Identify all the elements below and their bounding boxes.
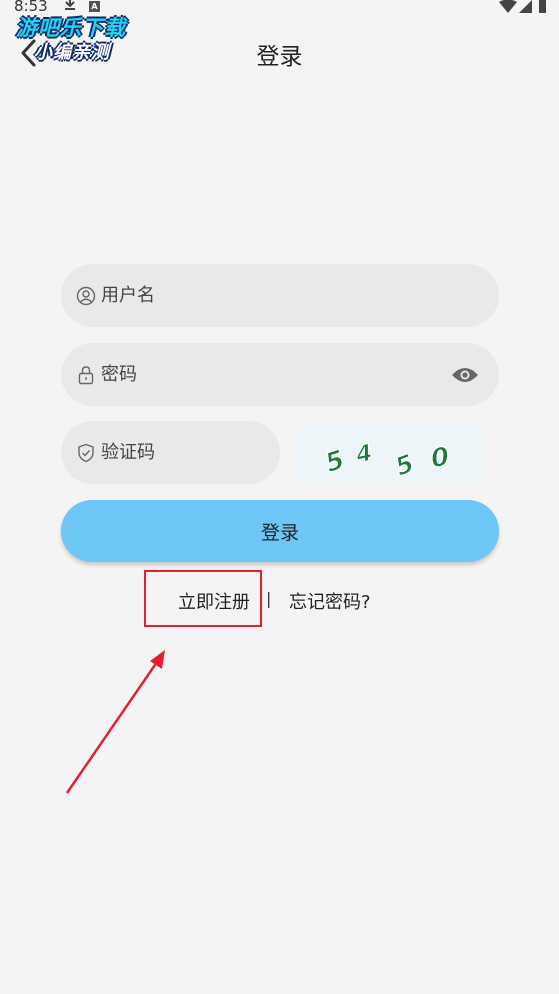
captcha-digit: 5: [391, 448, 417, 481]
annotation-highlight-box: [144, 570, 262, 627]
signal-icon: [519, 0, 532, 13]
captcha-image[interactable]: 5 4 5 0: [296, 421, 484, 484]
wifi-icon: [499, 0, 517, 13]
download-icon: [65, 0, 75, 10]
page-title: 登录: [256, 44, 303, 70]
captcha-digit: 4: [353, 440, 375, 469]
battery-icon: [539, 0, 546, 13]
forgot-password-link[interactable]: 忘记密码?: [289, 588, 371, 614]
user-icon: [76, 286, 96, 305]
captcha-digit: 5: [322, 445, 348, 479]
eye-icon[interactable]: [451, 366, 479, 384]
captcha-input[interactable]: [101, 421, 261, 484]
link-separator: |: [266, 589, 272, 608]
annotation-arrow-icon: [65, 650, 165, 794]
captcha-code: 5 4 5 0: [321, 440, 451, 483]
password-field[interactable]: [61, 343, 499, 406]
captcha-field[interactable]: [61, 421, 280, 484]
auth-links: 立即注册 | 忘记密码?: [0, 588, 559, 614]
password-input[interactable]: [101, 343, 401, 406]
a-notification-icon: A: [89, 1, 100, 12]
login-button[interactable]: 登录: [61, 500, 499, 562]
username-field[interactable]: [61, 264, 499, 327]
status-icons: [499, 0, 546, 13]
captcha-digit: 0: [429, 442, 451, 474]
lock-icon: [78, 365, 94, 384]
shield-check-icon: [78, 443, 94, 462]
username-input[interactable]: [101, 264, 401, 327]
